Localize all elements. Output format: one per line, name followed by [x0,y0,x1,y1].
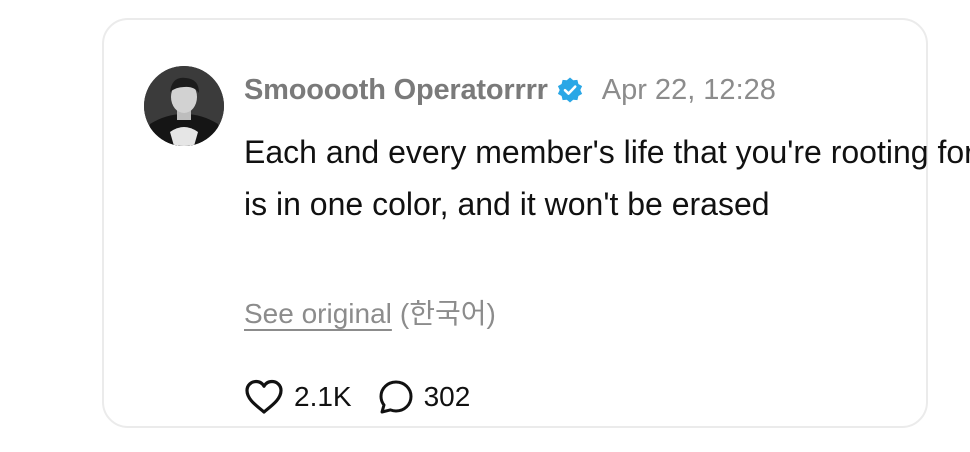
post-card: Smooooth Operatorrrr Apr 22, 12:28 Each … [102,18,970,428]
like-count: 2.1K [294,381,352,412]
post-header: Smooooth Operatorrrr Apr 22, 12:28 [244,68,776,112]
speech-bubble-icon [379,380,413,414]
like-button[interactable]: 2.1K [244,379,352,415]
verified-badge-icon [556,76,584,104]
post-text: Each and every member's life that you're… [244,134,970,222]
original-language-label: (한국어) [399,298,496,329]
avatar[interactable] [144,66,224,146]
reply-count: 302 [423,381,471,412]
post-timestamp: Apr 22, 12:28 [601,73,776,106]
username[interactable]: Smooooth Operatorrrr [244,74,548,107]
reply-button[interactable]: 302 [378,379,471,415]
avatar-image [144,66,224,146]
more-vertical-icon[interactable] [962,72,970,108]
translation-row: See original (한국어) [244,292,496,332]
post-actions: 2.1K 302 [244,372,470,422]
see-original-link[interactable]: See original [244,298,392,329]
heart-icon [245,379,283,414]
